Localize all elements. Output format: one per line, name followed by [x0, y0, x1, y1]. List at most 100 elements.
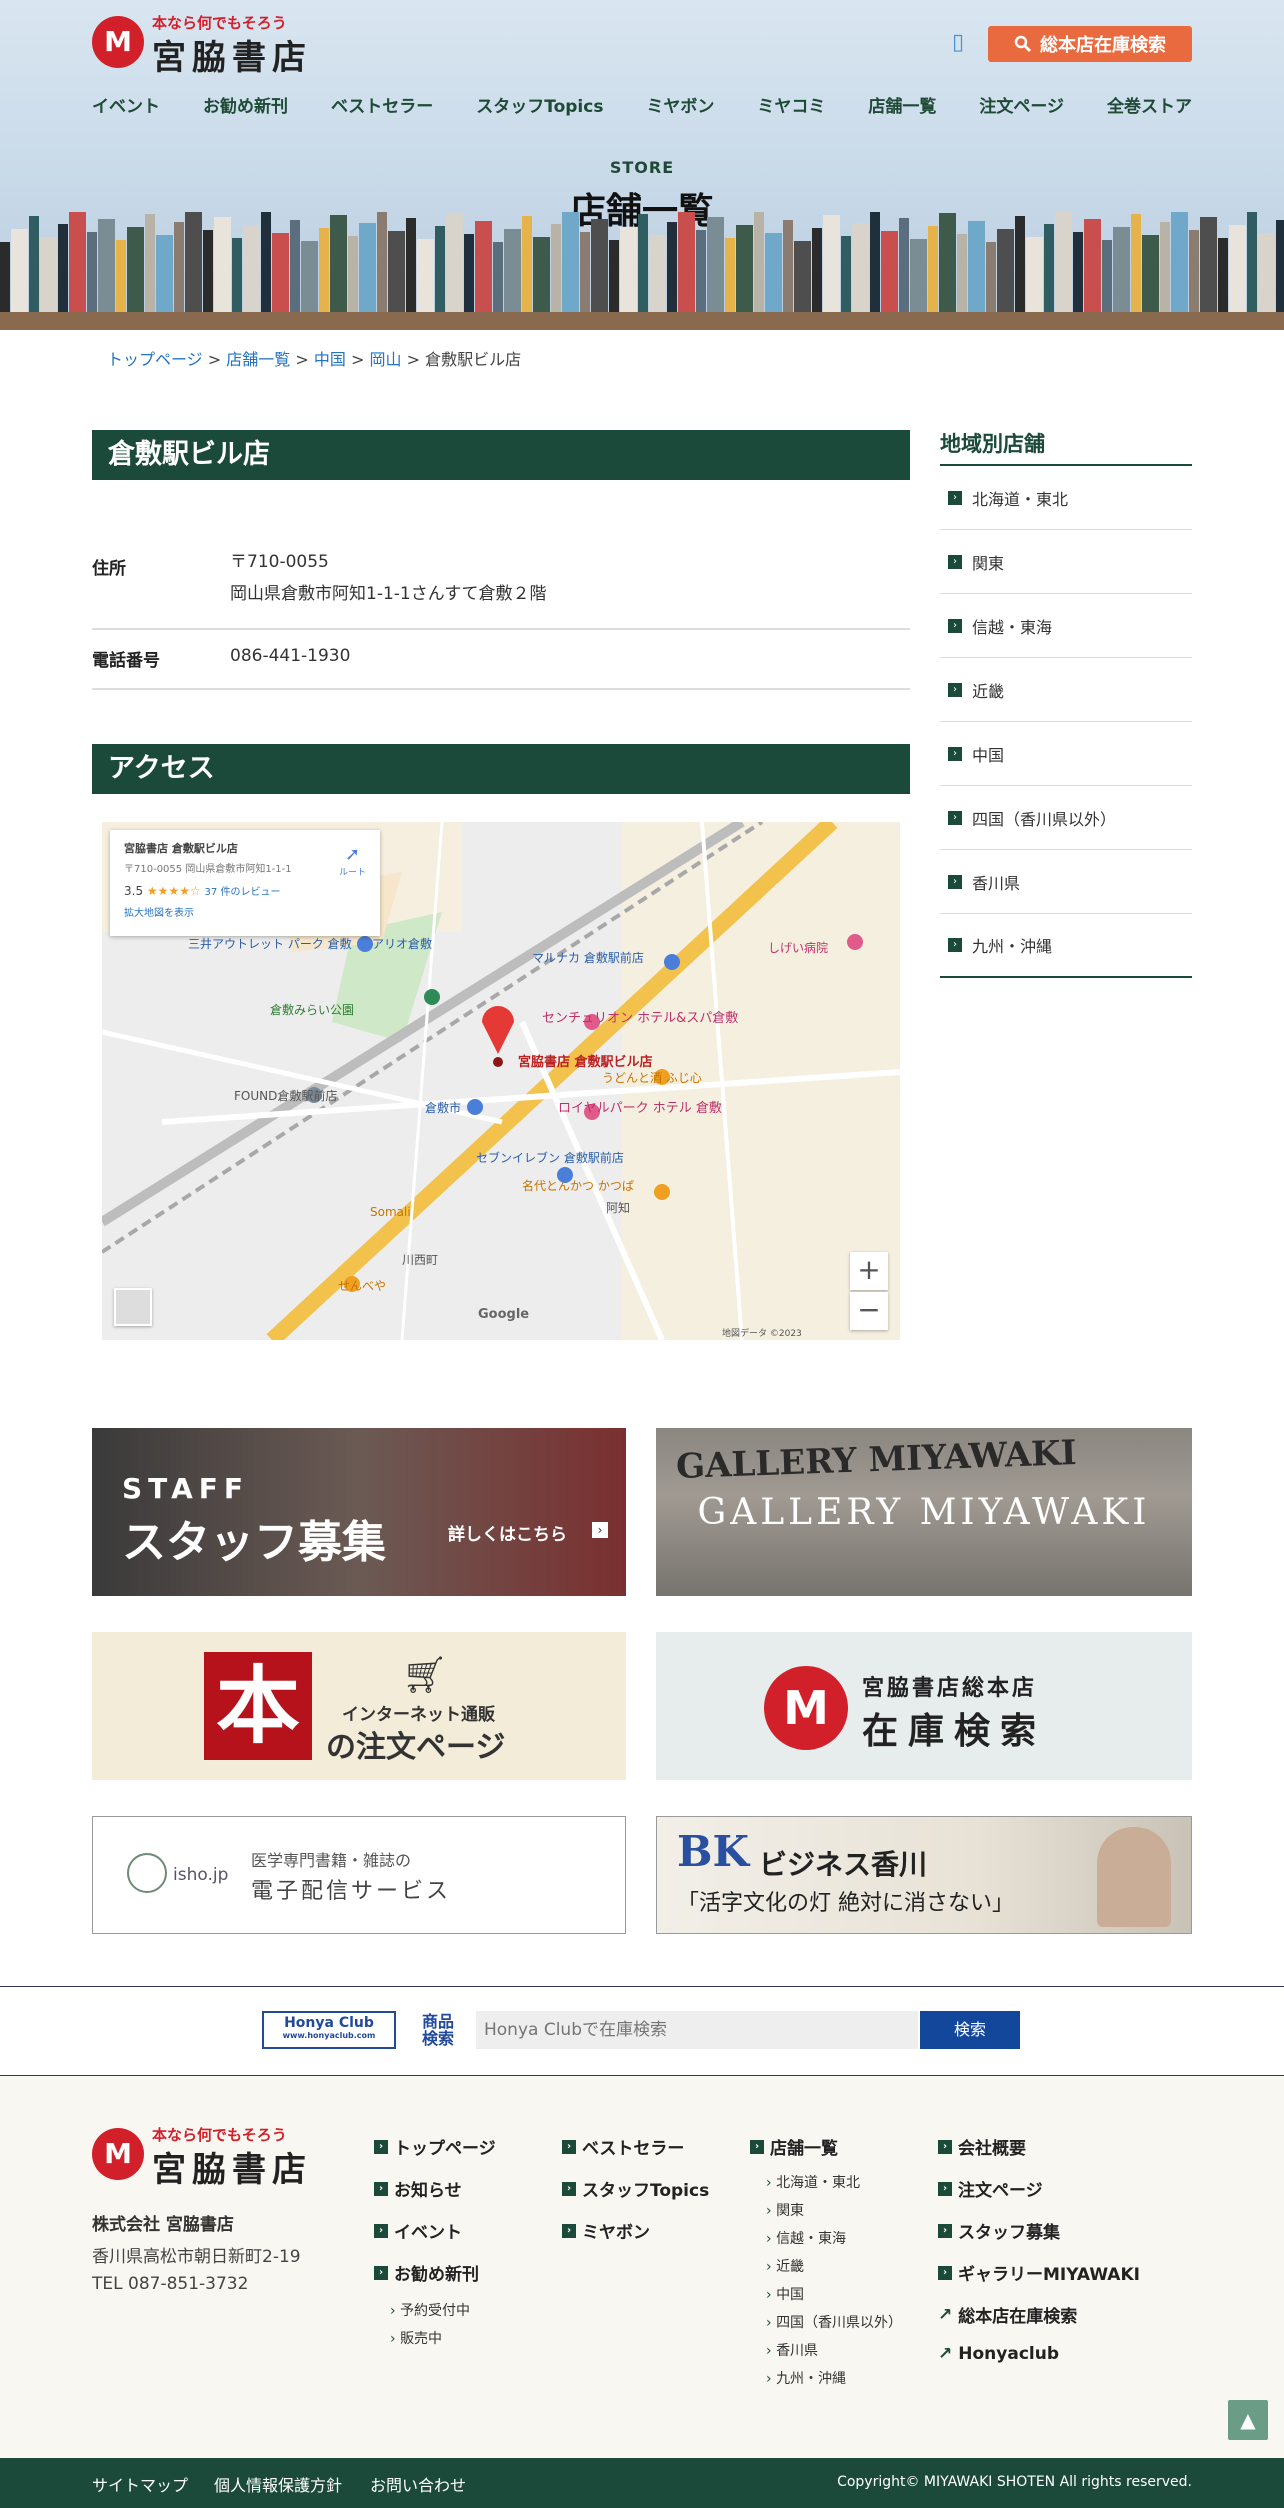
map-label-kawanishi: 川西町 [402, 1253, 438, 1267]
footer-sublink[interactable]: 予約受付中 [390, 2300, 470, 2320]
footer-sublink[interactable]: 香川県 [766, 2340, 818, 2360]
sidebar-item-region[interactable]: › 香川県 [940, 850, 1192, 914]
book-spine [870, 212, 880, 312]
stock-search-label: 総本店在庫検索 [1040, 35, 1166, 56]
chevron-right-icon: › [948, 874, 962, 889]
footer-link[interactable]: › お勧め新刊 [374, 2260, 479, 2285]
zoom-in-button[interactable]: + [850, 1252, 888, 1290]
nav-item[interactable]: イベント [92, 92, 160, 117]
footer-link[interactable]: › 注文ページ [938, 2176, 1043, 2201]
staff-recruit-banner[interactable]: STAFF スタッフ募集 詳しくはこちら › [92, 1428, 626, 1596]
chevron-right-icon: › [938, 2265, 952, 2280]
nav-item[interactable]: ミヤボン [646, 92, 714, 117]
footer-link[interactable]: ↗ 総本店在庫検索 [938, 2302, 1077, 2328]
footer-sublink[interactable]: 四国（香川県以外） [766, 2312, 902, 2332]
isho-jp-banner[interactable]: isho.jp 医学専門書籍・雑誌の 電子配信サービス [92, 1816, 626, 1934]
footer-link[interactable]: ↗ Honyaclub [938, 2344, 1059, 2364]
sidebar-item-region[interactable]: › 信越・東海 [940, 594, 1192, 658]
footer-logo[interactable]: M 本なら何でもそろう 宮脇書店 [92, 2124, 332, 2190]
nav-item[interactable]: 注文ページ [979, 92, 1064, 117]
chevron-right-icon: › [374, 2223, 388, 2238]
book-spine [1218, 238, 1228, 312]
sidebar-item-region[interactable]: › 九州・沖縄 [940, 914, 1192, 978]
honyaclub-search-input[interactable] [476, 2011, 918, 2049]
footer-link[interactable]: › お知らせ [374, 2176, 462, 2201]
footer-sublink[interactable]: 九州・沖縄 [766, 2368, 846, 2388]
sidebar-item-region[interactable]: › 中国 [940, 722, 1192, 786]
nav-item[interactable]: ミヤコミ [757, 92, 825, 117]
breadcrumb-link[interactable]: 中国 [314, 350, 346, 369]
contact-link[interactable]: お問い合わせ [370, 2472, 466, 2496]
footer-link[interactable]: › ミヤボン [562, 2218, 650, 2243]
directions-button[interactable]: ➚ ルート [339, 844, 366, 878]
honyaclub-logo[interactable]: Honya Club www.honyaclub.com [262, 2011, 396, 2049]
book-spine [522, 216, 532, 312]
book-spine [765, 233, 782, 312]
footer-link[interactable]: › トップページ [374, 2134, 496, 2159]
book-spine [1015, 216, 1025, 312]
footer-link[interactable]: › 店舗一覧 [750, 2134, 838, 2159]
book-spine [1131, 214, 1141, 312]
book-spine [203, 230, 213, 312]
book-spine [812, 228, 822, 312]
book-spine [174, 222, 184, 312]
nav-item[interactable]: ベストセラー [331, 92, 433, 117]
zoom-out-button[interactable]: − [850, 1292, 888, 1330]
breadcrumb-link[interactable]: トップページ [107, 350, 203, 369]
footer-link[interactable]: › ギャラリーMIYAWAKI [938, 2260, 1140, 2285]
sidebar-item-region[interactable]: › 近畿 [940, 658, 1192, 722]
book-spine [609, 240, 619, 312]
book-kanji-logo: 本 [204, 1652, 312, 1760]
footer-sublink[interactable]: 近畿 [766, 2256, 804, 2276]
honyaclub-search-button[interactable]: 検索 [920, 2011, 1020, 2049]
nav-item[interactable]: お勧め新刊 [203, 92, 288, 117]
business-kagawa-banner[interactable]: BK ビジネス香川 「活字文化の灯 絶対に消さない」 [656, 1816, 1192, 1934]
sidebar-item-region[interactable]: › 関東 [940, 530, 1192, 594]
map-label-udon: うどんと酒 ふじ心 [602, 1071, 702, 1085]
order-page-banner[interactable]: 本 🛒︎ インターネット通販 の注文ページ [92, 1632, 626, 1780]
footer-sublink[interactable]: 北海道・東北 [766, 2172, 860, 2192]
social-icon[interactable]: ▯ [952, 30, 964, 55]
back-to-top-button[interactable]: ▲ [1228, 2400, 1268, 2440]
book-spine [319, 228, 329, 312]
book-spine [986, 242, 996, 312]
map-layer-toggle[interactable] [114, 1288, 152, 1326]
map-card-larger-link[interactable]: 拡大地図を表示 [124, 904, 366, 919]
sidebar-item-region[interactable]: › 四国（香川県以外） [940, 786, 1192, 850]
logo-name: 宮脇書店 [152, 38, 312, 78]
footer-link[interactable]: › スタッフ募集 [938, 2218, 1060, 2243]
map-label-somali: Somali [370, 1205, 411, 1219]
book-spine [98, 219, 115, 312]
nav-item[interactable]: スタッフTopics [476, 92, 603, 117]
sitemap-link[interactable]: サイトマップ [92, 2472, 188, 2496]
footer-sublink[interactable]: 中国 [766, 2284, 804, 2304]
logo-mark-icon: M [92, 2128, 144, 2180]
footer-link[interactable]: › スタッフTopics [562, 2176, 709, 2201]
google-map[interactable]: 宮脇書店 倉敷駅ビル店 センチュリオン ホテル&スパ倉敷 ロイヤルパーク ホテル… [102, 822, 900, 1340]
footer-sublink[interactable]: 関東 [766, 2200, 804, 2220]
footer-sublink[interactable]: 販売中 [390, 2328, 442, 2348]
sidebar-item-region[interactable]: › 北海道・東北 [940, 466, 1192, 530]
footer-link[interactable]: › ベストセラー [562, 2134, 684, 2159]
footer-link[interactable]: › 会社概要 [938, 2134, 1026, 2159]
nav-item[interactable]: 全巻ストア [1107, 92, 1192, 117]
footer-sublink[interactable]: 信越・東海 [766, 2228, 846, 2248]
book-spine [185, 212, 202, 312]
map-label-store: 宮脇書店 倉敷駅ビル店 [518, 1054, 653, 1070]
chevron-right-icon: › [562, 2181, 576, 2196]
nav-item[interactable]: 店舗一覧 [868, 92, 936, 117]
logo-mark-icon: M [764, 1666, 848, 1750]
breadcrumb-link[interactable]: 店舗一覧 [226, 350, 290, 369]
external-link-icon: ↗ [938, 2304, 953, 2325]
gallery-banner[interactable]: GALLERY MIYAWAKI GALLERY MIYAWAKI [656, 1428, 1192, 1596]
footer-link[interactable]: › イベント [374, 2218, 462, 2243]
book-spine [493, 242, 503, 312]
site-logo[interactable]: M 本なら何でもそろう 宮脇書店 [92, 12, 332, 78]
stock-search-button[interactable]: 総本店在庫検索 [988, 26, 1192, 62]
privacy-link[interactable]: 個人情報保護方針 [214, 2472, 342, 2496]
map-card-reviews[interactable]: 37 件のレビュー [205, 887, 281, 898]
map-label-station: 倉敷市 [425, 1100, 461, 1115]
breadcrumb-link[interactable]: 岡山 [370, 350, 402, 369]
map-label-marunaka: マルナカ 倉敷駅前店 [532, 950, 644, 965]
stock-search-banner[interactable]: M 宮脇書店総本店 在庫検索 [656, 1632, 1192, 1780]
